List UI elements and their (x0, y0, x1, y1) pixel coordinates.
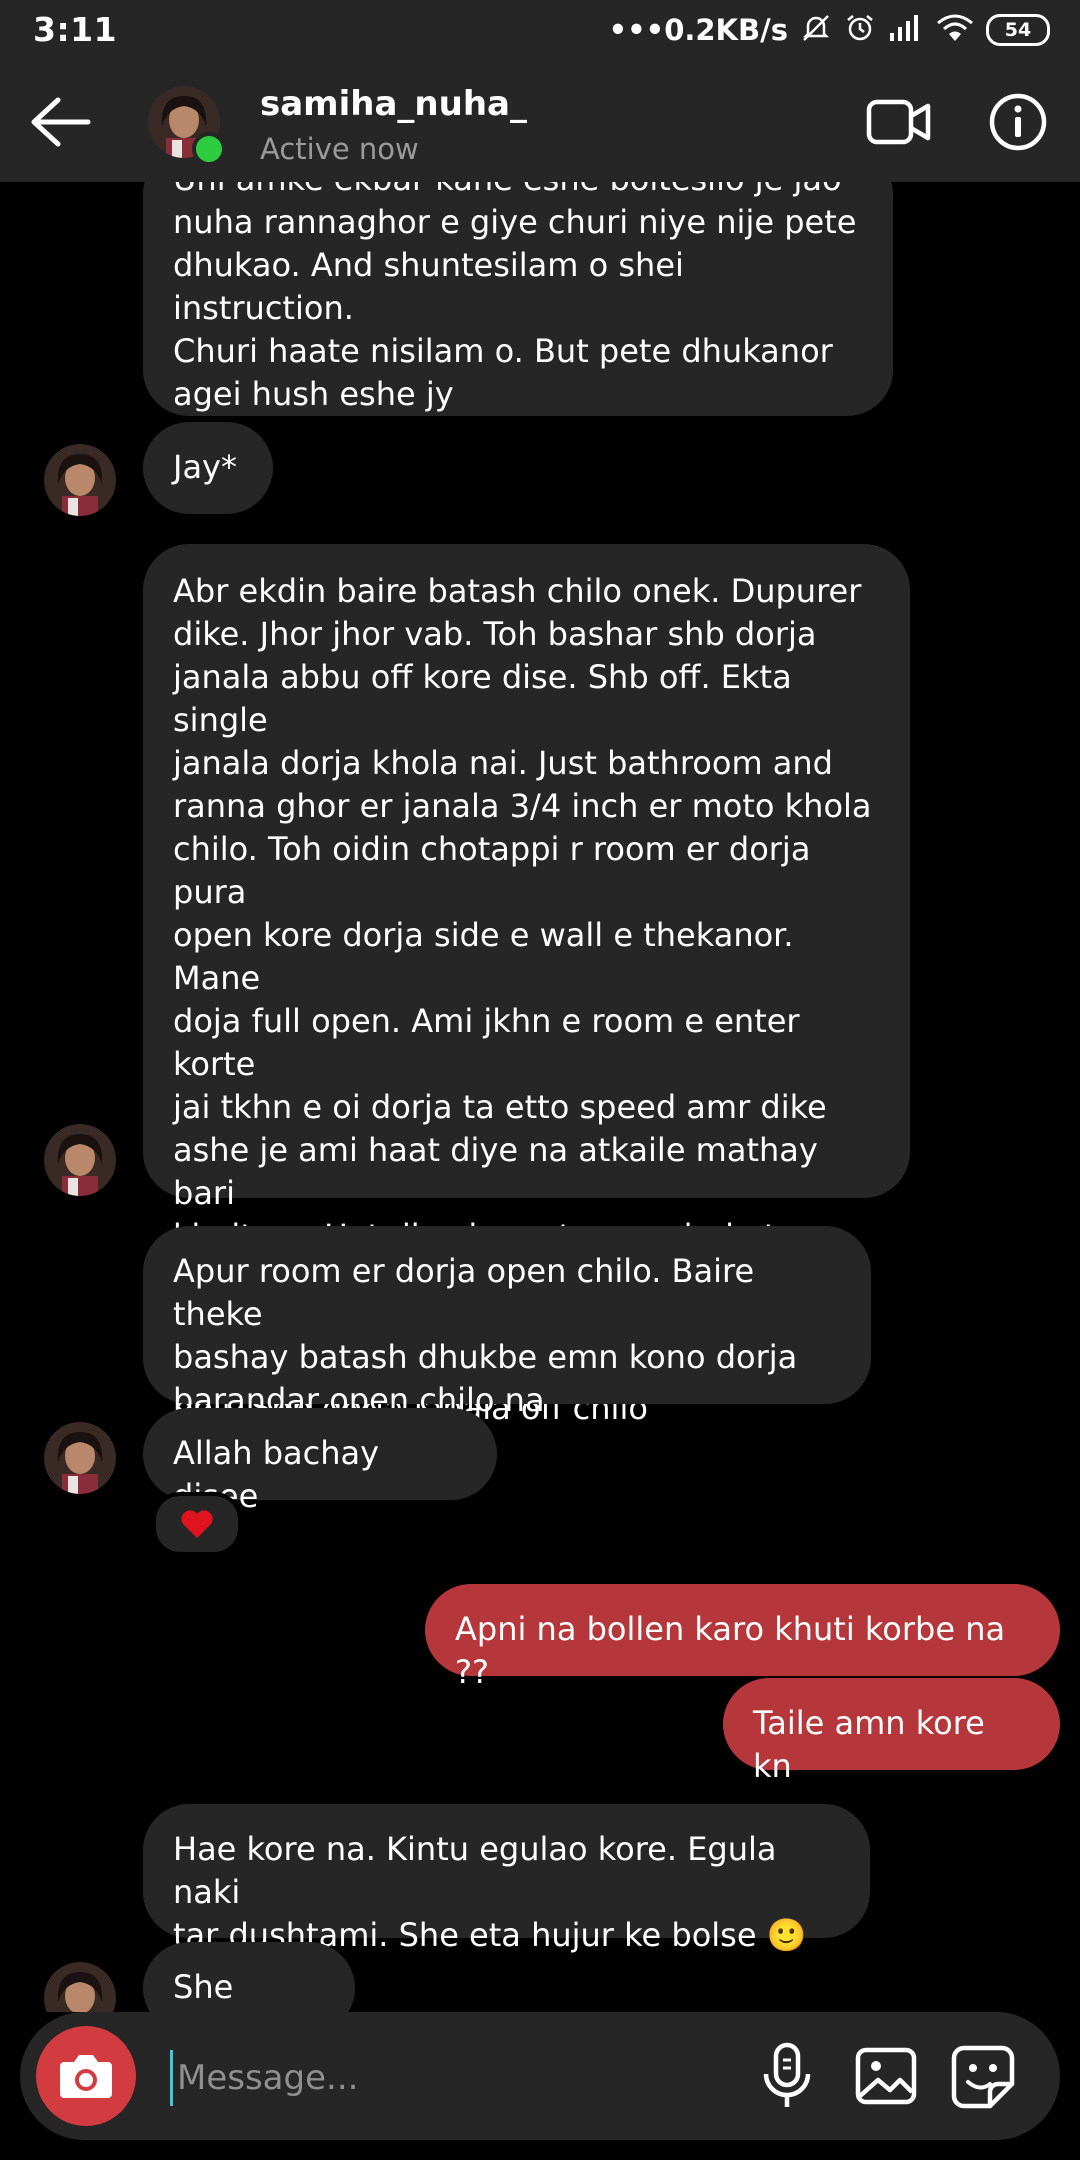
message-reaction[interactable] (152, 1492, 242, 1556)
message-bubble[interactable]: Uni amke ekbar kane eshe boltesilo je ja… (143, 182, 893, 416)
message-bubble[interactable]: Abr ekdin baire batash chilo onek. Dupur… (143, 544, 910, 1427)
sender-avatar[interactable] (44, 1124, 116, 1196)
message-bubble-outgoing[interactable]: Taile amn kore kn (723, 1678, 1060, 1785)
mute-bell-icon (800, 12, 832, 48)
heart-icon (181, 1510, 213, 1538)
battery-level: 54 (1004, 19, 1032, 41)
camera-button[interactable] (36, 2026, 136, 2126)
network-speed: •••0.2KB/s (608, 13, 788, 47)
message-bubble[interactable]: Apur room er dorja open chilo. Baire the… (143, 1226, 871, 1419)
back-button[interactable] (28, 92, 92, 152)
microphone-icon (763, 2042, 811, 2107)
sticker-button[interactable] (950, 2044, 1016, 2110)
gallery-button[interactable] (854, 2046, 918, 2106)
voice-message-button[interactable] (754, 2042, 820, 2110)
sender-avatar[interactable] (44, 1422, 116, 1494)
chat-header: samiha_nuha_ Active now (0, 62, 1080, 182)
contact-username[interactable]: samiha_nuha_ (260, 84, 527, 124)
camera-icon (60, 2055, 112, 2098)
sticker-icon (951, 2045, 1015, 2109)
message-list[interactable]: Uni amke ekbar kane eshe boltesilo je ja… (0, 182, 1080, 2012)
message-bubble[interactable]: Allah bachay disee (143, 1408, 497, 1515)
wifi-icon (936, 13, 974, 47)
status-icons: •••0.2KB/s 54 (609, 10, 1050, 50)
alarm-icon (844, 12, 876, 48)
message-bubble[interactable]: She khele (143, 1942, 355, 2012)
info-icon (989, 93, 1047, 151)
video-call-button[interactable] (866, 96, 932, 148)
message-bubble-outgoing[interactable]: Apni na bollen karo khuti korbe na ?? (425, 1584, 1060, 1691)
info-button[interactable] (988, 92, 1048, 152)
battery-icon: 54 (986, 14, 1050, 46)
sender-avatar[interactable] (44, 1962, 116, 2012)
online-indicator (192, 132, 226, 166)
back-arrow-icon (31, 97, 91, 147)
message-input[interactable] (170, 2050, 739, 2106)
message-bubble[interactable]: Jay* (143, 422, 273, 514)
active-status: Active now (260, 132, 419, 166)
image-icon (855, 2047, 917, 2105)
status-time: 3:11 (33, 10, 118, 49)
sender-avatar[interactable] (44, 444, 116, 516)
video-camera-icon (866, 99, 931, 145)
message-bubble[interactable]: Hae kore na. Kintu egulao kore. Egula na… (143, 1804, 870, 1954)
message-composer (20, 2012, 1060, 2140)
status-bar: 3:11 •••0.2KB/s 54 (0, 0, 1080, 62)
signal-icon (888, 13, 924, 47)
